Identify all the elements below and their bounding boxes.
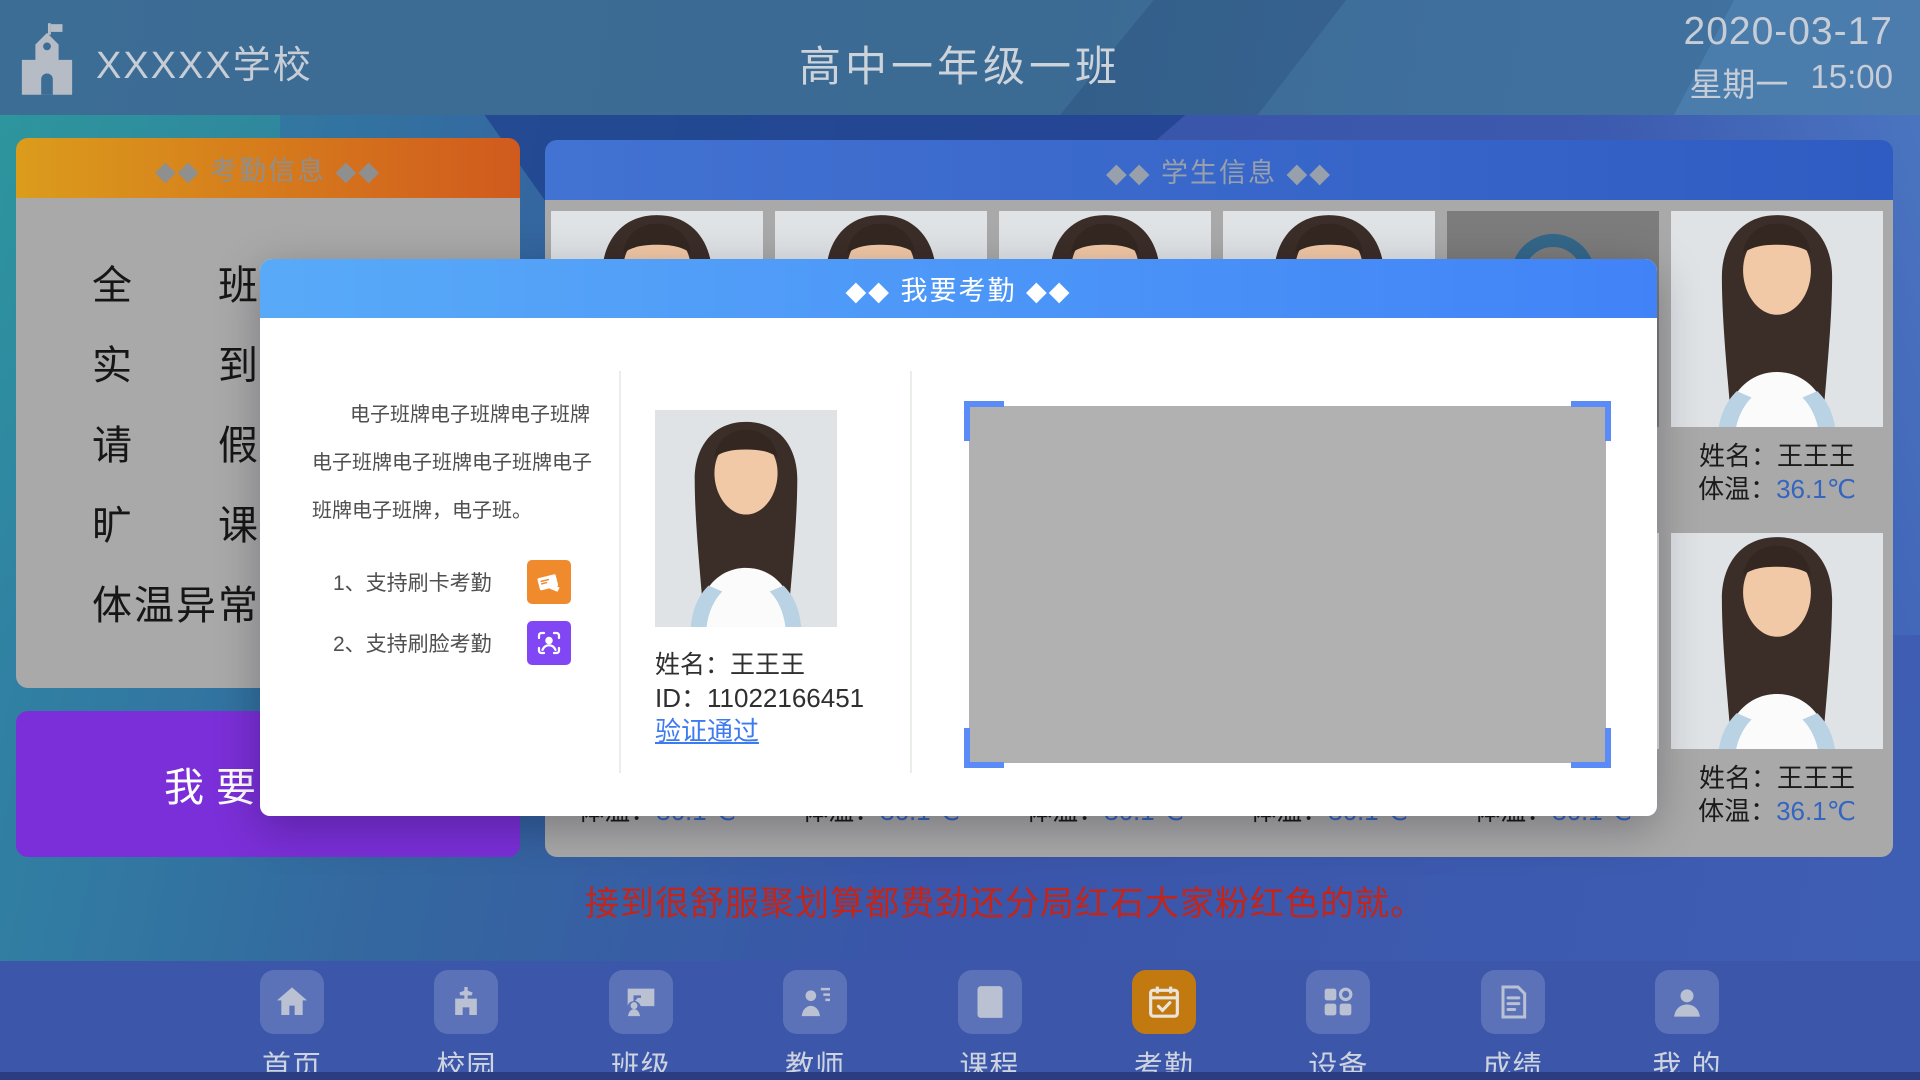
modal-description-line: 班牌电子班牌，电子班。 (312, 487, 602, 535)
verification-status-link[interactable]: 验证通过 (655, 711, 759, 748)
camera-corner-bracket (1571, 401, 1611, 441)
teacher-icon (783, 970, 847, 1034)
time-text: 15:00 (1810, 58, 1893, 106)
attendance-row: 旷课 (92, 482, 258, 562)
modal-description-line: 电子班牌电子班牌电子班牌 (312, 391, 602, 439)
student-card[interactable]: 姓名：王王王 体温：36.1℃ (1671, 533, 1883, 824)
nav-item-teacher[interactable]: 教师 (767, 970, 863, 1080)
device-icon (1306, 970, 1370, 1034)
attendance-icon (1132, 970, 1196, 1034)
nav-item-profile[interactable]: 我 的 (1639, 970, 1735, 1080)
nav-item-home[interactable]: 首页 (244, 970, 340, 1080)
student-temp: 36.1℃ (1776, 796, 1856, 826)
nav-items: 首页 校园 班级 教师 课程 考勤 设备 成绩 (244, 970, 1735, 1080)
camera-preview-fill (969, 406, 1606, 763)
datetime-block: 2020-03-17 星期一 15:00 (1684, 10, 1894, 106)
modal-title: ◆◆ 我要考勤 ◆◆ (260, 259, 1657, 318)
page-title: 高中一年级一班 (0, 33, 1920, 94)
student-temp-label: 体温： (1698, 796, 1776, 826)
attendance-row: 请假 (92, 402, 258, 482)
nav-item-attendance[interactable]: 考勤 (1116, 970, 1212, 1080)
student-photo (1671, 533, 1883, 749)
verified-student-id: ID：11022166451 (655, 678, 864, 715)
attendance-feature: 2、支持刷脸考勤 (333, 621, 571, 665)
score-icon (1481, 970, 1545, 1034)
smart-classboard-screen: XXXXX学校 高中一年级一班 2020-03-17 星期一 15:00 ◆◆ … (0, 0, 1920, 1080)
nav-bottom-strip (0, 1072, 1920, 1080)
verified-student-name: 姓名：王王王 (655, 645, 805, 681)
student-name-label: 姓名： (1699, 441, 1777, 471)
student-name: 王王王 (1777, 763, 1855, 793)
attendance-feature: 1、支持刷卡考勤 (333, 560, 571, 604)
feature-label: 1、支持刷卡考勤 (333, 567, 503, 597)
nav-item-score[interactable]: 成绩 (1465, 970, 1561, 1080)
feature-label: 2、支持刷脸考勤 (333, 628, 503, 658)
nav-item-campus[interactable]: 校园 (418, 970, 514, 1080)
weekday-text: 星期一 (1689, 58, 1788, 106)
attendance-panel-title: ◆◆ 考勤信息 ◆◆ (16, 138, 520, 198)
camera-corner-bracket (964, 728, 1004, 768)
modal-divider (619, 371, 621, 773)
face-scan-icon (527, 621, 571, 665)
student-name: 王王王 (1777, 441, 1855, 471)
nav-item-class[interactable]: 班级 (593, 970, 689, 1080)
profile-icon (1655, 970, 1719, 1034)
student-photo (1671, 211, 1883, 427)
camera-corner-bracket (964, 401, 1004, 441)
camera-preview-area (964, 401, 1611, 768)
attendance-modal: ◆◆ 我要考勤 ◆◆ 电子班牌电子班牌电子班牌电子班牌电子班牌电子班牌电子班牌电… (260, 259, 1657, 816)
top-header: XXXXX学校 高中一年级一班 2020-03-17 星期一 15:00 (0, 0, 1920, 115)
class-icon (609, 970, 673, 1034)
date-text: 2020-03-17 (1684, 10, 1894, 54)
verified-student-photo (655, 410, 837, 627)
home-icon (260, 970, 324, 1034)
attendance-row: 体温异常 (92, 562, 258, 642)
course-icon (958, 970, 1022, 1034)
attendance-row: 实到 (92, 322, 258, 402)
nav-item-course[interactable]: 课程 (942, 970, 1038, 1080)
student-panel-title: ◆◆ 学生信息 ◆◆ (545, 140, 1893, 200)
bottom-nav-bar: 首页 校园 班级 教师 课程 考勤 设备 成绩 (0, 961, 1920, 1080)
student-temp-label: 体温： (1698, 474, 1776, 504)
student-temp: 36.1℃ (1776, 474, 1856, 504)
card-swipe-icon (527, 560, 571, 604)
student-card[interactable]: 姓名：王王王 体温：36.1℃ (1671, 211, 1883, 502)
modal-description-line: 电子班牌电子班牌电子班牌电子 (312, 439, 602, 487)
modal-divider (910, 371, 912, 773)
attendance-row: 全班 (92, 242, 258, 322)
modal-description: 电子班牌电子班牌电子班牌电子班牌电子班牌电子班牌电子班牌电子班牌，电子班。 (312, 391, 602, 535)
nav-item-device[interactable]: 设备 (1290, 970, 1386, 1080)
notice-marquee: 接到很舒服聚划算都费劲还分局红石大家粉红色的就。 (585, 876, 1425, 925)
camera-corner-bracket (1571, 728, 1611, 768)
campus-icon (434, 970, 498, 1034)
student-name-label: 姓名： (1699, 763, 1777, 793)
